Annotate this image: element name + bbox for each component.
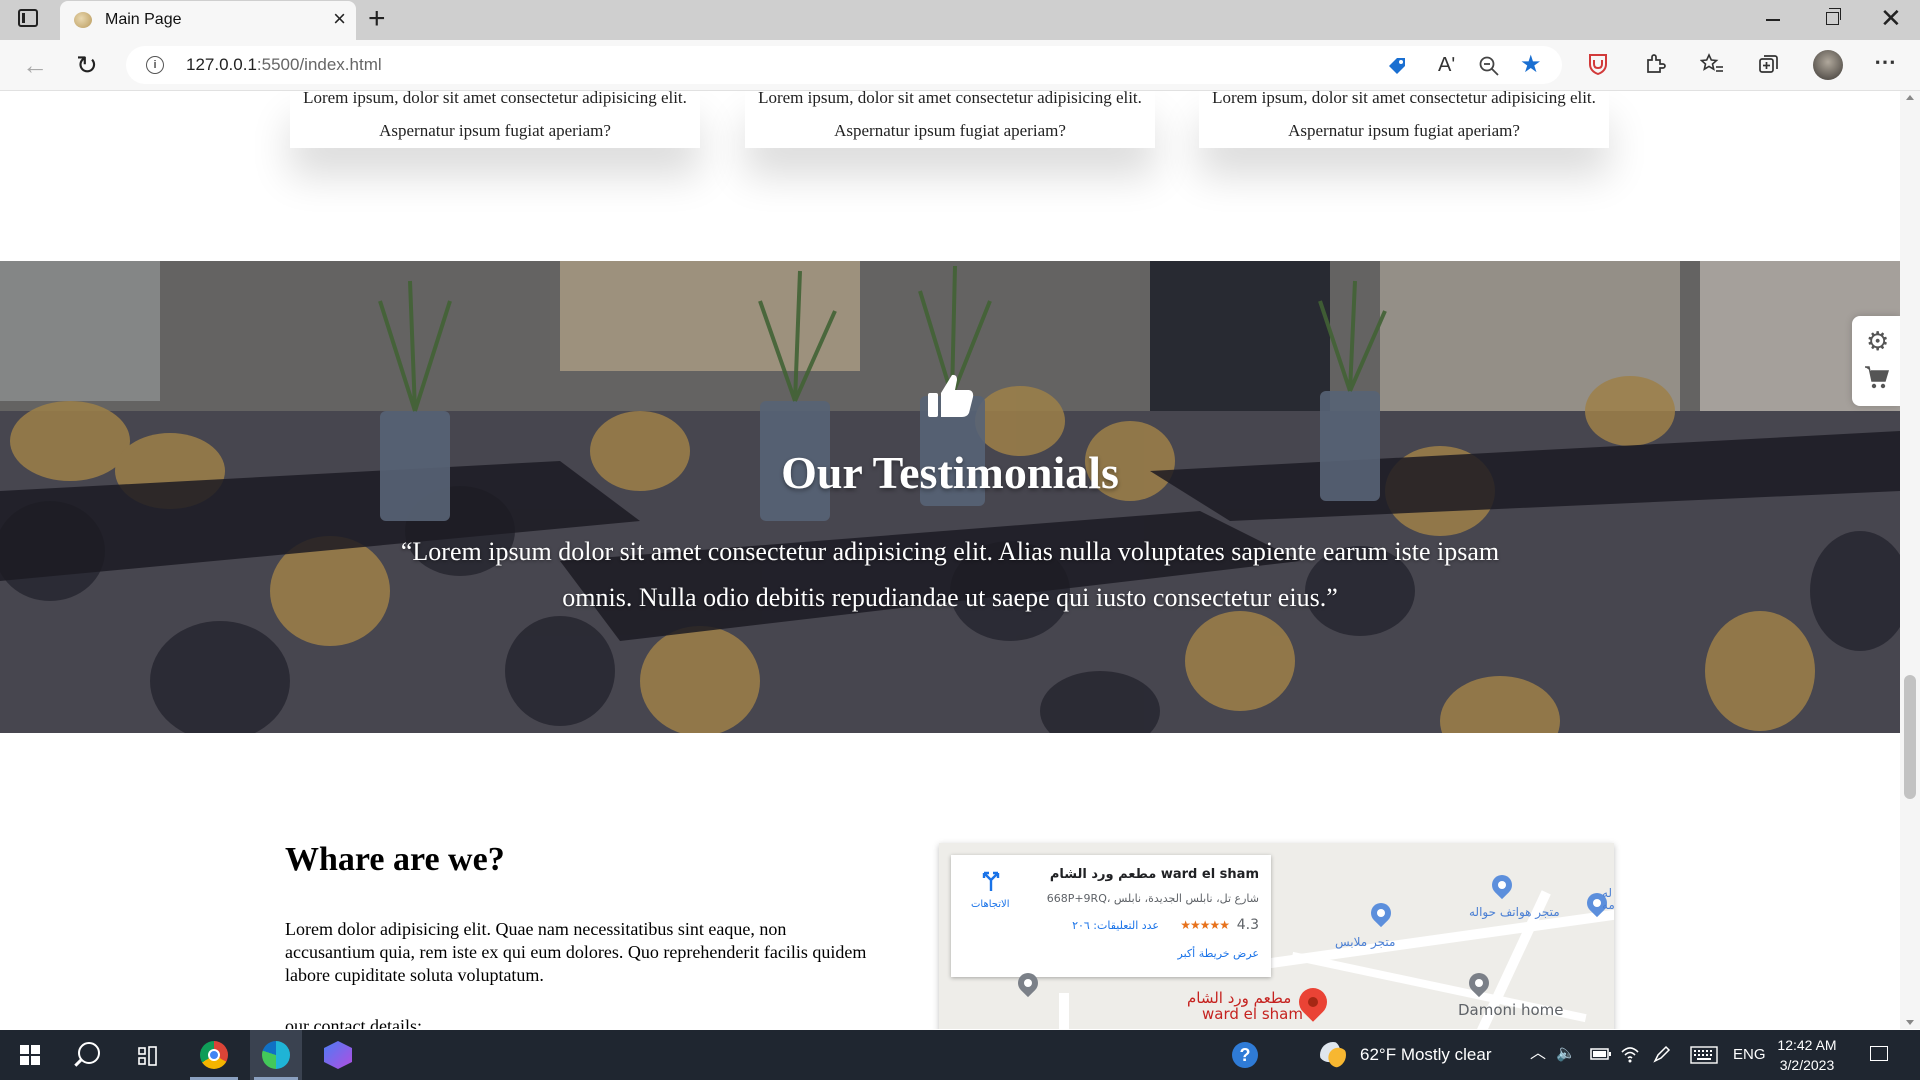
favorites-icon[interactable] xyxy=(1700,53,1724,75)
marker-label-english[interactable]: ward el sham xyxy=(1202,1005,1303,1023)
task-view-icon[interactable] xyxy=(138,1046,158,1066)
minimize-icon[interactable] xyxy=(1766,19,1780,21)
app-icon[interactable] xyxy=(324,1041,352,1069)
pin-dot xyxy=(1375,907,1387,919)
side-settings-panel: ⚙ xyxy=(1852,316,1900,406)
start-tile xyxy=(20,1045,29,1054)
scroll-down-arrow-icon[interactable] xyxy=(1906,1020,1914,1025)
poi-phones-label[interactable]: متجر هواتف حواله xyxy=(1469,905,1560,919)
start-tile xyxy=(31,1045,40,1054)
shop-pin-icon[interactable] xyxy=(1487,870,1517,900)
zoom-out-icon[interactable] xyxy=(1478,55,1500,77)
pin-dot xyxy=(1496,879,1508,891)
weather-text[interactable]: 62°F Mostly clear xyxy=(1360,1045,1492,1065)
directions-label[interactable]: الاتجاهات xyxy=(971,899,1010,910)
tab-favicon-icon xyxy=(74,12,92,28)
pin-dot xyxy=(1473,977,1485,989)
start-tile xyxy=(31,1056,40,1065)
place-address: 668P+9RQ، شارع تل، نابلس الجديدة، نابلس xyxy=(1046,892,1259,905)
map-road xyxy=(1059,993,1069,1029)
contact-details-label: our contact details: xyxy=(285,1016,422,1029)
testimonials-title: Our Testimonials xyxy=(781,447,1119,498)
browser-tab[interactable]: Main Page × xyxy=(60,1,356,40)
embedded-map[interactable]: مطعم ورد الشام ward el sham 668P+9RQ، شا… xyxy=(939,843,1614,1029)
clock-time: 12:42 AM xyxy=(1777,1037,1837,1053)
feature-card: Lorem ipsum, dolor sit amet consectetur … xyxy=(745,91,1155,148)
pin-dot xyxy=(1305,994,1321,1010)
thumbs-up-icon xyxy=(928,374,974,417)
poi-clothes-label[interactable]: متجر ملابس xyxy=(1335,935,1395,949)
place-rating: 4.3 xyxy=(1236,917,1259,933)
pin-dot xyxy=(1591,897,1603,909)
chrome-app-icon[interactable] xyxy=(200,1041,228,1069)
shop-pin-icon[interactable] xyxy=(1366,898,1396,928)
shield-extension-icon[interactable] xyxy=(1588,53,1608,75)
coupon-tag-icon[interactable] xyxy=(1386,55,1408,77)
rating-stars-icon: ★★★★★ xyxy=(1180,918,1230,932)
url-text[interactable]: 127.0.0.1:5500/index.html xyxy=(186,55,382,75)
favorite-star-icon[interactable]: ★ xyxy=(1520,53,1542,77)
edge-app-icon[interactable] xyxy=(262,1041,290,1069)
collections-icon[interactable] xyxy=(1758,53,1780,75)
view-larger-map-link[interactable]: عرض خريطة أكبر xyxy=(1178,947,1259,960)
tab-title: Main Page xyxy=(105,11,182,28)
restore-icon[interactable] xyxy=(1826,8,1841,25)
poi-partial-label[interactable]: له مه xyxy=(1602,887,1614,911)
place-info-card[interactable]: مطعم ورد الشام ward el sham 668P+9RQ، شا… xyxy=(951,855,1271,977)
chevron-up-icon[interactable]: ︿ xyxy=(1530,1044,1546,1064)
reload-icon[interactable]: ↻ xyxy=(76,50,98,80)
page-scrollbar[interactable] xyxy=(1900,91,1920,1029)
notification-icon[interactable] xyxy=(1870,1046,1888,1061)
system-clock[interactable]: 12:42 AM 3/2/2023 xyxy=(1762,1035,1852,1075)
poi-damoni-label[interactable]: Damoni home xyxy=(1458,1001,1564,1019)
directions-icon[interactable] xyxy=(979,869,1003,893)
tab-actions-icon[interactable] xyxy=(18,9,38,27)
start-tile xyxy=(20,1056,29,1065)
card-text: Lorem ipsum, dolor sit amet consectetur … xyxy=(758,91,1142,140)
windows-start-icon[interactable] xyxy=(20,1045,40,1065)
web-page: Lorem ipsum, dolor sit amet consectetur … xyxy=(0,91,1900,1029)
weather-icon[interactable] xyxy=(1320,1042,1346,1068)
keyboard-icon[interactable] xyxy=(1690,1046,1718,1064)
read-aloud-icon[interactable]: Aʹ xyxy=(1438,54,1455,76)
reviews-link[interactable]: عدد التعليقات: ٢٠٦ xyxy=(1072,919,1159,932)
back-arrow-icon[interactable]: ← xyxy=(22,50,48,80)
settings-more-icon[interactable]: ⋯ xyxy=(1874,48,1896,76)
location-heading: Whare are we? xyxy=(285,841,505,878)
cart-icon[interactable] xyxy=(1864,364,1890,390)
gear-icon[interactable]: ⚙ xyxy=(1866,328,1889,354)
testimonials-section: Our Testimonials “Lorem ipsum dolor sit … xyxy=(0,261,1900,733)
card-text: Lorem ipsum, dolor sit amet consectetur … xyxy=(303,91,687,140)
wifi-icon[interactable] xyxy=(1620,1044,1640,1064)
search-icon[interactable] xyxy=(78,1042,100,1064)
extensions-puzzle-icon[interactable] xyxy=(1644,53,1666,75)
feature-card: Lorem ipsum, dolor sit amet consectetur … xyxy=(290,91,700,148)
location-description: Lorem dolor adipisicing elit. Quae nam n… xyxy=(285,919,867,985)
url-path: :5500/index.html xyxy=(256,55,382,74)
windows-taskbar: ? 62°F Mostly clear ︿ 🔈 ENG 12:42 AM 3/2… xyxy=(0,1030,1920,1080)
testimonial-quote: “Lorem ipsum dolor sit amet consectetur … xyxy=(400,537,1500,612)
scroll-up-arrow-icon[interactable] xyxy=(1906,95,1914,100)
window-close-icon[interactable]: ✕ xyxy=(1880,3,1902,34)
card-text: Lorem ipsum, dolor sit amet consectetur … xyxy=(1212,91,1596,140)
tab-close-icon[interactable]: × xyxy=(333,7,346,31)
clock-date: 3/2/2023 xyxy=(1779,1057,1835,1073)
pin-dot xyxy=(1022,977,1034,989)
scrollbar-thumb[interactable] xyxy=(1904,675,1916,799)
browser-title-bar: Main Page × + ✕ xyxy=(0,0,1920,40)
browser-toolbar: ← ↻ i 127.0.0.1:5500/index.html Aʹ ★ ⋯ xyxy=(0,40,1920,91)
language-indicator[interactable]: ENG xyxy=(1733,1046,1766,1063)
url-host: 127.0.0.1 xyxy=(186,55,257,74)
new-tab-button[interactable]: + xyxy=(368,2,386,36)
address-bar[interactable]: i 127.0.0.1:5500/index.html Aʹ ★ xyxy=(126,46,1562,84)
pen-icon[interactable] xyxy=(1652,1044,1672,1064)
help-icon[interactable]: ? xyxy=(1232,1042,1258,1068)
place-name[interactable]: مطعم ورد الشام ward el sham xyxy=(1050,867,1259,882)
battery-icon[interactable] xyxy=(1590,1047,1612,1061)
feature-card: Lorem ipsum, dolor sit amet consectetur … xyxy=(1199,91,1609,148)
profile-avatar[interactable] xyxy=(1813,50,1843,80)
volume-icon[interactable]: 🔈 xyxy=(1556,1044,1576,1064)
site-info-icon[interactable]: i xyxy=(146,56,164,74)
